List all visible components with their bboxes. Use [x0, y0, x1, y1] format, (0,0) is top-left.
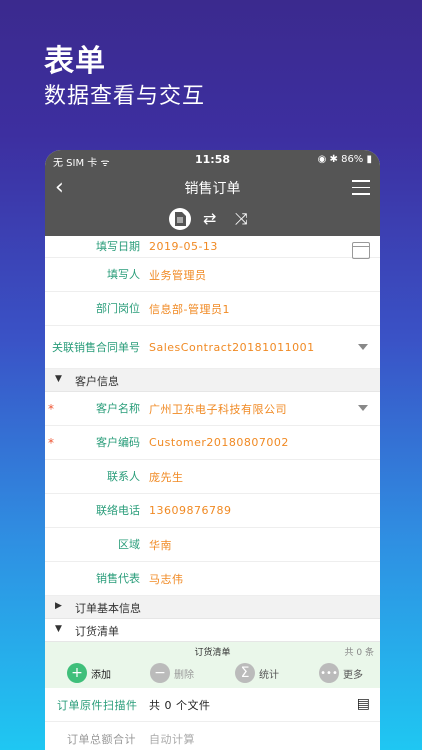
expand-triangle-icon: ▼: [55, 624, 62, 634]
field-label: 销售代表: [96, 572, 140, 585]
required-mark: *: [48, 401, 54, 416]
sigma-icon: Σ: [235, 663, 255, 683]
field-contract-no[interactable]: 关联销售合同单号 SalesContract20181011001: [45, 326, 380, 369]
field-value: 共 0 个文件: [149, 698, 211, 712]
field-phone: 联络电话 13609876789: [45, 494, 380, 528]
field-value: 2019-05-13: [149, 240, 218, 253]
dropdown-arrow-icon[interactable]: [358, 344, 368, 350]
section-title: 客户信息: [75, 375, 119, 388]
field-filler: 填写人 业务管理员: [45, 258, 380, 292]
view-tabs: ⇄ ⤨: [45, 204, 380, 236]
field-value: 13609876789: [149, 504, 232, 517]
list-count: 共 0 条: [344, 648, 374, 658]
expand-triangle-icon: ▼: [55, 374, 62, 384]
promo-title: 表单: [44, 44, 106, 79]
field-department: 部门岗位 信息部-管理员1: [45, 292, 380, 326]
field-value: 马志伟: [149, 572, 184, 586]
list-title: 订货清单: [194, 648, 231, 658]
field-label: 订单原件扫描件: [57, 698, 138, 712]
field-value: 华南: [149, 538, 172, 552]
section-title: 订货清单: [75, 625, 119, 638]
field-value: Customer20180807002: [149, 436, 289, 449]
field-label: 联络电话: [96, 504, 140, 517]
delete-button[interactable]: − 删除: [150, 663, 194, 683]
add-button[interactable]: + 添加: [67, 663, 111, 683]
section-title: 订单基本信息: [75, 602, 141, 615]
field-sales-rep: 销售代表 马志伟: [45, 562, 380, 596]
field-scan-files[interactable]: 订单原件扫描件 共 0 个文件 ▤: [45, 688, 380, 722]
field-contact: 联系人 庞先生: [45, 460, 380, 494]
field-label: 填写日期: [96, 240, 140, 253]
field-value: 广州卫东电子科技有限公司: [149, 402, 287, 416]
section-order-basic[interactable]: ▶ 订单基本信息: [45, 596, 380, 619]
more-button[interactable]: ••• 更多: [319, 663, 363, 683]
calendar-icon[interactable]: [352, 242, 370, 259]
field-value: 自动计算: [149, 732, 195, 746]
more-dots-icon: •••: [319, 663, 339, 683]
plus-icon: +: [67, 663, 87, 683]
field-value: 庞先生: [149, 470, 184, 484]
field-value: SalesContract20181011001: [149, 340, 315, 354]
field-label: 客户名称: [96, 402, 140, 415]
field-label: 关联销售合同单号: [52, 340, 140, 354]
status-indicators: ◉ ✱ 86% ▮: [317, 154, 372, 165]
sync-icon[interactable]: ⇄: [203, 209, 216, 228]
status-bar: 无 SIM 卡 ᯤ 11:58 ◉ ✱ 86% ▮: [45, 150, 380, 170]
field-customer-code: * 客户编码 Customer20180807002: [45, 426, 380, 460]
field-customer-name[interactable]: * 客户名称 广州卫东电子科技有限公司: [45, 392, 380, 426]
promo-subtitle: 数据查看与交互: [44, 84, 206, 109]
shuffle-icon[interactable]: ⤨: [235, 209, 248, 229]
field-order-total: 订单总额合计 自动计算: [45, 722, 380, 750]
field-label: 客户编码: [96, 436, 140, 449]
section-customer[interactable]: ▼ 客户信息: [45, 369, 380, 392]
scan-file-icon[interactable]: ▤: [357, 696, 370, 712]
field-label: 区域: [118, 538, 140, 551]
nav-bar: ‹ 销售订单: [45, 170, 380, 204]
field-region: 区域 华南: [45, 528, 380, 562]
field-label: 部门岗位: [96, 302, 140, 315]
required-mark: *: [48, 435, 54, 450]
collapse-triangle-icon: ▶: [55, 601, 62, 611]
menu-icon[interactable]: [352, 180, 370, 200]
phone-screen: 无 SIM 卡 ᯤ 11:58 ◉ ✱ 86% ▮ ‹ 销售订单 ⇄ ⤨ 填写日…: [45, 150, 380, 750]
order-list-actions: + 添加 − 删除 Σ 统计 ••• 更多: [45, 658, 380, 688]
field-label: 填写人: [107, 268, 140, 281]
order-list-header: 订货清单 共 0 条: [45, 642, 380, 658]
dropdown-arrow-icon[interactable]: [358, 405, 368, 411]
section-order-list[interactable]: ▼ 订货清单: [45, 619, 380, 642]
page-title: 销售订单: [184, 181, 241, 197]
field-value: 信息部-管理员1: [149, 302, 230, 316]
field-label: 订单总额合计: [67, 732, 136, 746]
minus-icon: −: [150, 663, 170, 683]
form-content: 填写日期 2019-05-13 填写人 业务管理员 部门岗位 信息部-管理员1 …: [45, 236, 380, 750]
document-icon: [175, 212, 186, 226]
field-fill-date[interactable]: 填写日期 2019-05-13: [45, 236, 380, 259]
field-value: 业务管理员: [149, 268, 207, 282]
stats-button[interactable]: Σ 统计: [235, 663, 279, 683]
form-view-tab[interactable]: [169, 208, 191, 230]
field-label: 联系人: [107, 470, 140, 483]
